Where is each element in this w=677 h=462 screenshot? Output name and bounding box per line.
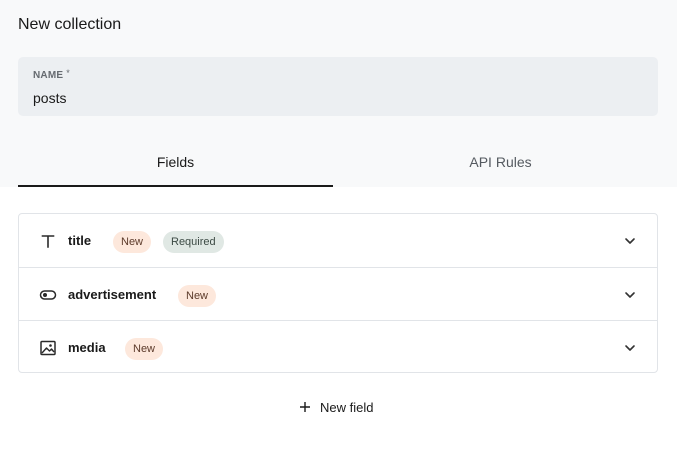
required-badge: Required — [163, 231, 224, 253]
text-type-icon — [41, 235, 55, 248]
new-badge: New — [178, 285, 217, 307]
plus-icon — [300, 402, 310, 412]
field-name: advertisement — [68, 287, 157, 302]
new-badge: New — [113, 231, 152, 253]
chevron-down-icon[interactable] — [623, 341, 637, 355]
name-field[interactable]: NAME * — [18, 57, 658, 116]
field-row-media[interactable]: media New — [19, 320, 657, 373]
new-field-button[interactable]: New field — [290, 396, 390, 420]
name-field-label: NAME * — [33, 68, 70, 81]
chevron-down-icon[interactable] — [623, 288, 637, 302]
required-marker: * — [66, 68, 70, 78]
tab-bar: Fields API Rules — [18, 139, 658, 187]
panel-title: New collection — [18, 16, 122, 33]
field-name: title — [68, 233, 92, 248]
field-name: media — [68, 340, 106, 355]
chevron-down-icon[interactable] — [623, 234, 637, 248]
new-badge: New — [125, 338, 164, 360]
field-row-title[interactable]: title New Required — [19, 214, 657, 267]
fields-list: title New Required advertisement New med… — [18, 213, 658, 373]
image-icon — [40, 340, 56, 356]
panel-header: New collection NAME* Fields API Rules — [0, 0, 677, 187]
name-input[interactable] — [33, 88, 633, 108]
tab-fields[interactable]: Fields — [18, 139, 333, 187]
toggle-icon — [39, 290, 57, 300]
new-field-label: New field — [320, 400, 374, 415]
field-row-advertisement[interactable]: advertisement New — [19, 267, 657, 320]
tab-api-rules[interactable]: API Rules — [343, 139, 658, 187]
